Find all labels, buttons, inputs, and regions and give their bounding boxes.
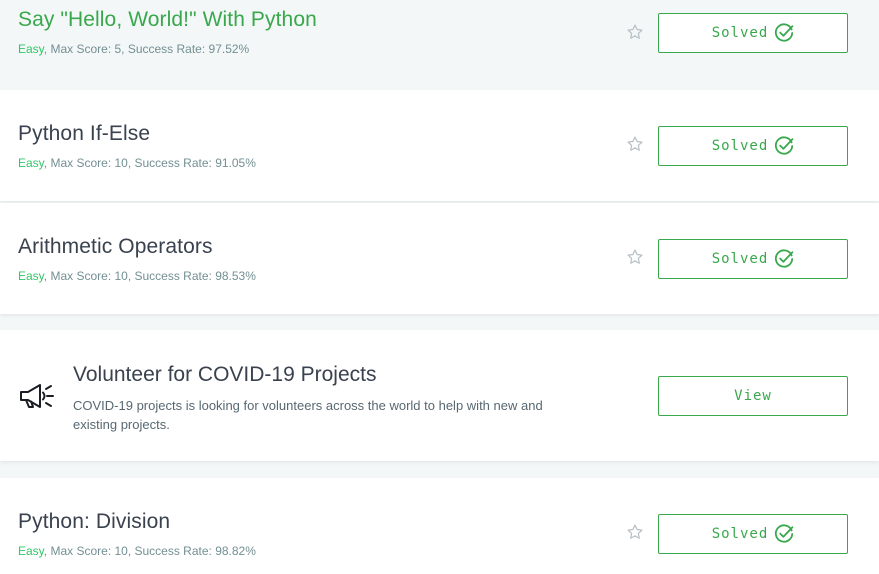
view-button-label: View	[734, 388, 772, 404]
difficulty-label: Easy	[18, 42, 44, 56]
challenge-card-division[interactable]: Python: Division Easy, Max Score: 10, Su…	[0, 478, 879, 574]
challenge-title[interactable]: Arithmetic Operators	[18, 235, 213, 259]
star-bookmark-icon[interactable]	[626, 523, 644, 541]
star-bookmark-icon[interactable]	[626, 135, 644, 153]
challenge-title[interactable]: Say "Hello, World!" With Python	[18, 8, 317, 32]
check-circle-icon	[775, 23, 794, 42]
difficulty-label: Easy	[18, 156, 44, 170]
solved-button-label: Solved	[711, 138, 769, 154]
megaphone-icon	[20, 384, 54, 408]
solved-button-label: Solved	[711, 526, 769, 542]
challenge-details: , Max Score: 5, Success Rate: 97.52%	[43, 42, 250, 56]
solved-button[interactable]: Solved	[658, 514, 848, 554]
challenge-details: , Max Score: 10, Success Rate: 91.05%	[43, 156, 256, 170]
difficulty-label: Easy	[18, 544, 44, 558]
challenge-details: , Max Score: 10, Success Rate: 98.53%	[43, 269, 256, 283]
view-button[interactable]: View	[658, 376, 848, 416]
challenge-card-if-else[interactable]: Python If-Else Easy, Max Score: 10, Succ…	[0, 90, 879, 201]
challenge-title[interactable]: Python: Division	[18, 510, 170, 534]
check-circle-icon	[775, 524, 794, 543]
challenge-details: , Max Score: 10, Success Rate: 98.82%	[43, 544, 256, 558]
challenge-meta: Easy, Max Score: 10, Success Rate: 91.05…	[18, 156, 256, 170]
promo-title[interactable]: Volunteer for COVID-19 Projects	[73, 363, 376, 387]
solved-button[interactable]: Solved	[658, 239, 848, 279]
challenge-meta: Easy, Max Score: 5, Success Rate: 97.52%	[18, 42, 249, 56]
solved-button-label: Solved	[711, 251, 769, 267]
check-circle-icon	[775, 136, 794, 155]
difficulty-label: Easy	[18, 269, 44, 283]
challenge-meta: Easy, Max Score: 10, Success Rate: 98.82…	[18, 544, 256, 558]
check-circle-icon	[775, 249, 794, 268]
solved-button[interactable]: Solved	[658, 126, 848, 166]
challenge-card-arithmetic[interactable]: Arithmetic Operators Easy, Max Score: 10…	[0, 203, 879, 314]
star-bookmark-icon[interactable]	[626, 248, 644, 266]
solved-button[interactable]: Solved	[658, 13, 848, 53]
challenge-meta: Easy, Max Score: 10, Success Rate: 98.53…	[18, 269, 256, 283]
promo-card-covid-volunteer[interactable]: Volunteer for COVID-19 Projects COVID-19…	[0, 330, 879, 461]
solved-button-label: Solved	[711, 25, 769, 41]
challenge-card-hello-world[interactable]: Say "Hello, World!" With Python Easy, Ma…	[0, 0, 879, 89]
star-bookmark-icon[interactable]	[626, 23, 644, 41]
promo-description: COVID-19 projects is looking for volunte…	[73, 398, 543, 432]
challenge-title[interactable]: Python If-Else	[18, 122, 150, 146]
